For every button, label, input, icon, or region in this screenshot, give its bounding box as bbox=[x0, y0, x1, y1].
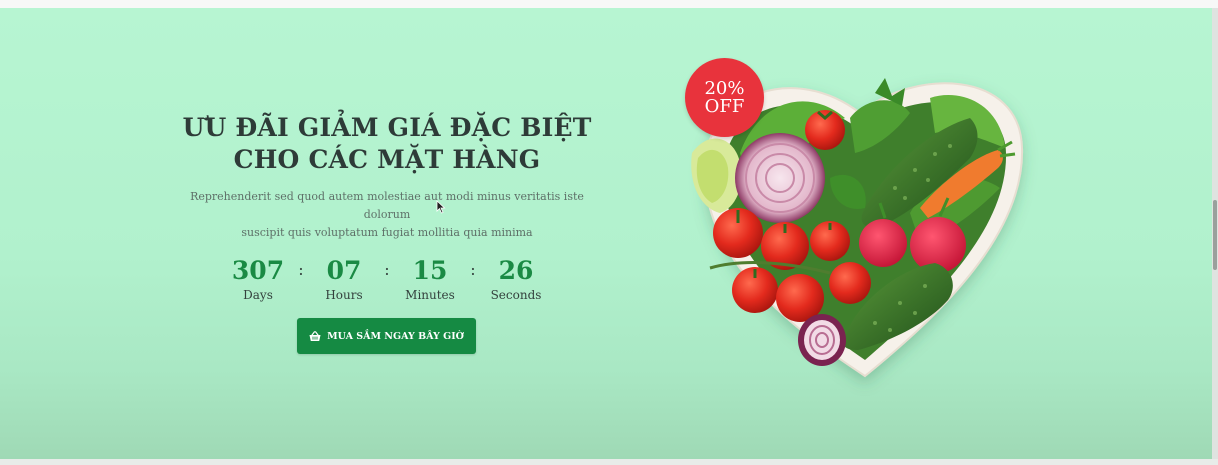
countdown-days: 307 Days bbox=[226, 256, 290, 303]
promo-title-line2: CHO CÁC MẶT HÀNG bbox=[233, 145, 541, 174]
countdown-minutes-value: 15 bbox=[412, 256, 448, 285]
countdown-seconds-label: Seconds bbox=[490, 288, 542, 302]
countdown-hours-label: Hours bbox=[325, 288, 363, 302]
countdown-seconds-value: 26 bbox=[498, 256, 534, 285]
promo-description-line2: suscipit quis voluptatum fugiat mollitia… bbox=[241, 226, 533, 239]
promo-description-line1: Reprehenderit sed quod autem molestiae a… bbox=[190, 190, 584, 221]
promo-title-line1: ƯU ĐÃI GIẢM GIÁ ĐẶC BIỆT bbox=[182, 113, 592, 142]
countdown-timer: 307 Days : 07 Hours : 15 Minutes : 26 Se… bbox=[180, 256, 594, 303]
page-top-strip bbox=[0, 0, 1218, 8]
promo-content: ƯU ĐÃI GIẢM GIÁ ĐẶC BIỆT CHO CÁC MẶT HÀN… bbox=[180, 112, 594, 303]
shop-now-label: MUA SẮM NGAY BÂY GIỜ bbox=[327, 330, 464, 342]
shop-now-button[interactable]: MUA SẮM NGAY BÂY GIỜ bbox=[297, 318, 476, 354]
promo-title: ƯU ĐÃI GIẢM GIÁ ĐẶC BIỆT CHO CÁC MẶT HÀN… bbox=[180, 112, 594, 176]
countdown-days-value: 307 bbox=[231, 256, 285, 285]
countdown-separator: : bbox=[298, 260, 304, 279]
discount-badge-percent: 20% bbox=[704, 77, 745, 99]
countdown-hours: 07 Hours bbox=[312, 256, 376, 303]
page-bottom-strip bbox=[0, 459, 1218, 465]
countdown-minutes: 15 Minutes bbox=[398, 256, 462, 303]
countdown-seconds: 26 Seconds bbox=[484, 256, 548, 303]
countdown-minutes-label: Minutes bbox=[405, 288, 455, 302]
basket-icon bbox=[309, 330, 321, 342]
countdown-separator: : bbox=[384, 260, 390, 279]
discount-badge-off: OFF bbox=[704, 95, 745, 117]
countdown-days-label: Days bbox=[243, 288, 273, 302]
promo-description: Reprehenderit sed quod autem molestiae a… bbox=[180, 188, 594, 242]
countdown-hours-value: 07 bbox=[326, 256, 362, 285]
discount-badge: 20% OFF bbox=[685, 58, 764, 137]
mouse-cursor-icon bbox=[436, 200, 446, 214]
countdown-separator: : bbox=[470, 260, 476, 279]
scrollbar-thumb[interactable] bbox=[1213, 200, 1217, 270]
